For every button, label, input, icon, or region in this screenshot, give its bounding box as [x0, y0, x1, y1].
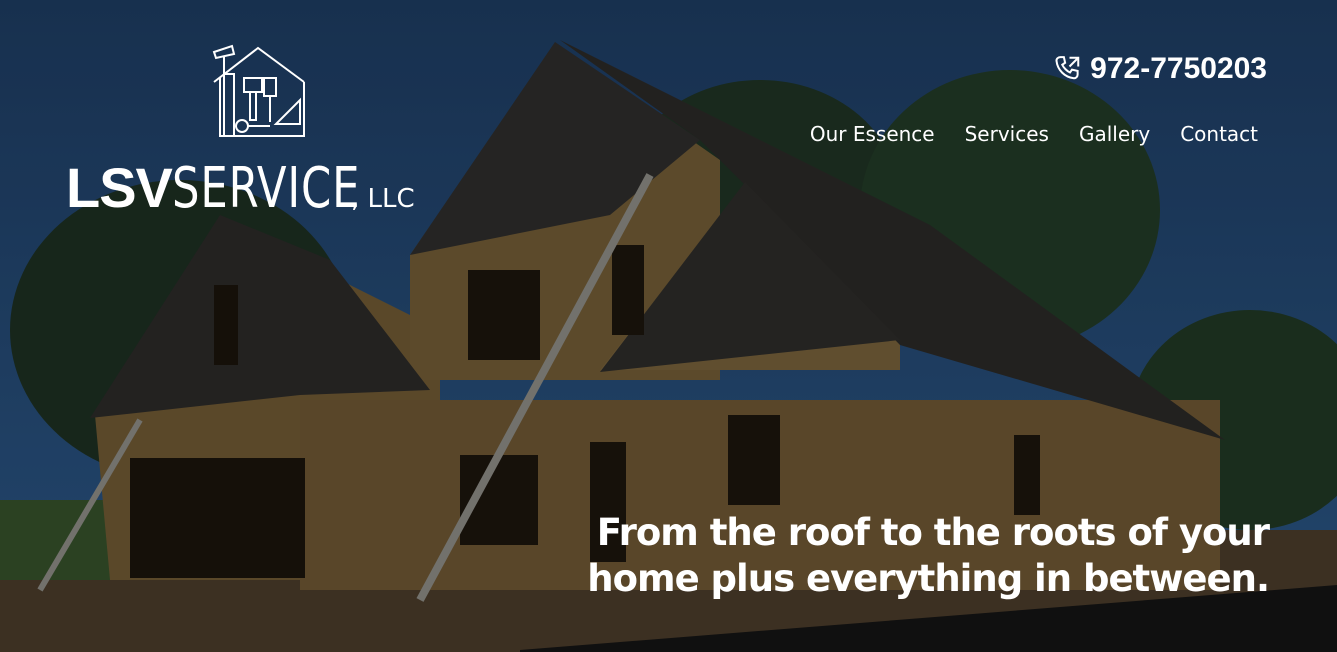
phone-link[interactable]: 972-7750203 — [1052, 52, 1267, 86]
brand-wordmark: LSVSERVICE, LLC — [66, 160, 415, 217]
main-navigation: Our Essence Services Gallery Contact — [810, 122, 1258, 146]
tagline-line-1: From the roof to the roots of your — [596, 511, 1270, 554]
hero-section: LSVSERVICE, LLC 972-7750203 Our Essence … — [0, 0, 1337, 652]
brand-name-bold: LSV — [66, 156, 173, 219]
brand-name-light: SERVICE — [171, 156, 361, 221]
brand-suffix: , LLC — [351, 184, 415, 214]
house-tools-logo-icon — [212, 44, 305, 137]
nav-item-services[interactable]: Services — [965, 122, 1049, 146]
tagline-line-2: home plus everything in between. — [587, 557, 1270, 600]
nav-item-our-essence[interactable]: Our Essence — [810, 122, 935, 146]
site-logo[interactable]: LSVSERVICE, LLC — [66, 42, 466, 222]
hero-tagline: From the roof to the roots of your home … — [569, 510, 1270, 602]
phone-number: 972-7750203 — [1090, 52, 1267, 85]
nav-item-contact[interactable]: Contact — [1180, 122, 1258, 146]
nav-item-gallery[interactable]: Gallery — [1079, 122, 1150, 146]
phone-icon — [1055, 56, 1080, 80]
